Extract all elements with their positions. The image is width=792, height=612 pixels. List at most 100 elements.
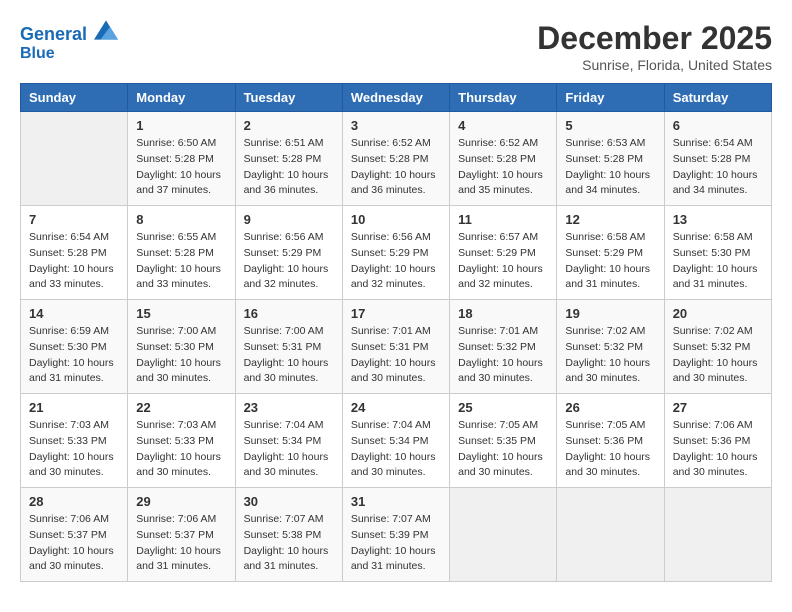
calendar-cell: 16 Sunrise: 7:00 AMSunset: 5:31 PMDayligh…	[235, 300, 342, 394]
calendar-body: 1Sunrise: 6:50 AMSunset: 5:28 PMDaylight…	[21, 112, 772, 582]
day-info: Sunrise: 6:54 AMSunset: 5:28 PMDaylight:…	[673, 136, 763, 199]
day-info: Sunrise: 7:04 AMSunset: 5:34 PMDaylight:…	[244, 418, 334, 481]
day-number: 2	[244, 118, 334, 133]
calendar-cell	[21, 112, 128, 206]
calendar-cell: 9 Sunrise: 6:56 AMSunset: 5:29 PMDaylight…	[235, 206, 342, 300]
calendar-cell: 5Sunrise: 6:53 AMSunset: 5:28 PMDaylight…	[557, 112, 664, 206]
day-info: Sunrise: 7:00 AMSunset: 5:30 PMDaylight:…	[136, 324, 226, 387]
calendar-week-row: 7Sunrise: 6:54 AMSunset: 5:28 PMDaylight…	[21, 206, 772, 300]
calendar-cell	[450, 488, 557, 582]
calendar-cell: 22 Sunrise: 7:03 AMSunset: 5:33 PMDayligh…	[128, 394, 235, 488]
calendar-cell: 4 Sunrise: 6:52 AMSunset: 5:28 PMDaylight…	[450, 112, 557, 206]
day-info: Sunrise: 7:00 AMSunset: 5:31 PMDaylight:…	[244, 324, 334, 387]
day-info: Sunrise: 7:01 AMSunset: 5:31 PMDaylight:…	[351, 324, 441, 387]
logo: General Blue	[20, 20, 118, 62]
day-number: 11	[458, 212, 548, 227]
day-number: 13	[673, 212, 763, 227]
day-info: Sunrise: 6:57 AMSunset: 5:29 PMDaylight:…	[458, 230, 548, 293]
calendar-cell: 27 Sunrise: 7:06 AMSunset: 5:36 PMDayligh…	[664, 394, 771, 488]
day-info: Sunrise: 7:04 AMSunset: 5:34 PMDaylight:…	[351, 418, 441, 481]
weekday-header: Wednesday	[342, 84, 449, 112]
day-number: 21	[29, 400, 119, 415]
calendar-cell: 21 Sunrise: 7:03 AMSunset: 5:33 PMDayligh…	[21, 394, 128, 488]
day-info: Sunrise: 6:58 AMSunset: 5:30 PMDaylight:…	[673, 230, 763, 293]
day-number: 29	[136, 494, 226, 509]
weekday-header: Thursday	[450, 84, 557, 112]
day-number: 25	[458, 400, 548, 415]
calendar-cell: 19 Sunrise: 7:02 AMSunset: 5:32 PMDayligh…	[557, 300, 664, 394]
day-info: Sunrise: 7:02 AMSunset: 5:32 PMDaylight:…	[673, 324, 763, 387]
day-info: Sunrise: 7:02 AMSunset: 5:32 PMDaylight:…	[565, 324, 655, 387]
calendar-cell: 28Sunrise: 7:06 AMSunset: 5:37 PMDayligh…	[21, 488, 128, 582]
day-number: 31	[351, 494, 441, 509]
day-number: 28	[29, 494, 119, 509]
calendar-cell: 24Sunrise: 7:04 AMSunset: 5:34 PMDayligh…	[342, 394, 449, 488]
calendar-cell: 7Sunrise: 6:54 AMSunset: 5:28 PMDaylight…	[21, 206, 128, 300]
day-number: 10	[351, 212, 441, 227]
day-info: Sunrise: 6:58 AMSunset: 5:29 PMDaylight:…	[565, 230, 655, 293]
calendar-week-row: 28 Sunrise: 7:06 AMSunset: 5:37 PMDayligh…	[21, 488, 772, 582]
day-number: 19	[565, 306, 655, 321]
day-info: Sunrise: 7:06 AMSunset: 5:37 PMDaylight:…	[136, 512, 226, 575]
calendar-cell: 6 Sunrise: 6:54 AMSunset: 5:28 PMDaylight…	[664, 112, 771, 206]
calendar-cell: 20 Sunrise: 7:02 AMSunset: 5:32 PMDayligh…	[664, 300, 771, 394]
day-info: Sunrise: 7:01 AMSunset: 5:32 PMDaylight:…	[458, 324, 548, 387]
subtitle: Sunrise, Florida, United States	[537, 57, 772, 73]
calendar-cell	[557, 488, 664, 582]
calendar-cell: 11 Sunrise: 6:57 AMSunset: 5:29 PMDayligh…	[450, 206, 557, 300]
calendar-cell	[664, 488, 771, 582]
day-info: Sunrise: 7:05 AMSunset: 5:36 PMDaylight:…	[565, 418, 655, 481]
weekday-header: Monday	[128, 84, 235, 112]
day-info: Sunrise: 7:03 AMSunset: 5:33 PMDaylight:…	[136, 418, 226, 481]
day-number: 4	[458, 118, 548, 133]
day-number: 20	[673, 306, 763, 321]
month-title: December 2025	[537, 20, 772, 57]
calendar-cell: 8Sunrise: 6:55 AMSunset: 5:28 PMDaylight…	[128, 206, 235, 300]
calendar-cell: 30 Sunrise: 7:07 AMSunset: 5:38 PMDayligh…	[235, 488, 342, 582]
weekday-header: Friday	[557, 84, 664, 112]
calendar-cell: 10Sunrise: 6:56 AMSunset: 5:29 PMDayligh…	[342, 206, 449, 300]
day-info: Sunrise: 6:55 AMSunset: 5:28 PMDaylight:…	[136, 230, 226, 293]
calendar-table: SundayMondayTuesdayWednesdayThursdayFrid…	[20, 83, 772, 582]
calendar-cell: 17 Sunrise: 7:01 AMSunset: 5:31 PMDayligh…	[342, 300, 449, 394]
calendar-cell: 15Sunrise: 7:00 AMSunset: 5:30 PMDayligh…	[128, 300, 235, 394]
day-info: Sunrise: 6:59 AMSunset: 5:30 PMDaylight:…	[29, 324, 119, 387]
calendar-cell: 14 Sunrise: 6:59 AMSunset: 5:30 PMDayligh…	[21, 300, 128, 394]
calendar-cell: 2 Sunrise: 6:51 AMSunset: 5:28 PMDaylight…	[235, 112, 342, 206]
title-block: December 2025 Sunrise, Florida, United S…	[537, 20, 772, 73]
calendar-week-row: 21 Sunrise: 7:03 AMSunset: 5:33 PMDayligh…	[21, 394, 772, 488]
weekday-header: Saturday	[664, 84, 771, 112]
calendar-cell: 26Sunrise: 7:05 AMSunset: 5:36 PMDayligh…	[557, 394, 664, 488]
logo-icon	[94, 20, 118, 40]
day-number: 30	[244, 494, 334, 509]
day-number: 5	[565, 118, 655, 133]
calendar-week-row: 14 Sunrise: 6:59 AMSunset: 5:30 PMDayligh…	[21, 300, 772, 394]
day-info: Sunrise: 6:56 AMSunset: 5:29 PMDaylight:…	[244, 230, 334, 293]
day-number: 27	[673, 400, 763, 415]
day-number: 12	[565, 212, 655, 227]
day-number: 16	[244, 306, 334, 321]
day-info: Sunrise: 7:07 AMSunset: 5:38 PMDaylight:…	[244, 512, 334, 575]
weekday-header: Tuesday	[235, 84, 342, 112]
day-number: 6	[673, 118, 763, 133]
calendar-cell: 3Sunrise: 6:52 AMSunset: 5:28 PMDaylight…	[342, 112, 449, 206]
day-number: 23	[244, 400, 334, 415]
calendar-header-row: SundayMondayTuesdayWednesdayThursdayFrid…	[21, 84, 772, 112]
logo-text: General	[20, 20, 118, 45]
day-info: Sunrise: 6:52 AMSunset: 5:28 PMDaylight:…	[458, 136, 548, 199]
logo-general: General	[20, 24, 87, 44]
calendar-cell: 29 Sunrise: 7:06 AMSunset: 5:37 PMDayligh…	[128, 488, 235, 582]
day-number: 9	[244, 212, 334, 227]
day-info: Sunrise: 7:03 AMSunset: 5:33 PMDaylight:…	[29, 418, 119, 481]
day-number: 14	[29, 306, 119, 321]
day-number: 7	[29, 212, 119, 227]
day-info: Sunrise: 6:51 AMSunset: 5:28 PMDaylight:…	[244, 136, 334, 199]
day-number: 22	[136, 400, 226, 415]
day-number: 1	[136, 118, 226, 133]
day-info: Sunrise: 7:05 AMSunset: 5:35 PMDaylight:…	[458, 418, 548, 481]
calendar-cell: 18Sunrise: 7:01 AMSunset: 5:32 PMDayligh…	[450, 300, 557, 394]
calendar-cell: 13 Sunrise: 6:58 AMSunset: 5:30 PMDayligh…	[664, 206, 771, 300]
calendar-cell: 23 Sunrise: 7:04 AMSunset: 5:34 PMDayligh…	[235, 394, 342, 488]
day-number: 17	[351, 306, 441, 321]
day-info: Sunrise: 7:06 AMSunset: 5:36 PMDaylight:…	[673, 418, 763, 481]
